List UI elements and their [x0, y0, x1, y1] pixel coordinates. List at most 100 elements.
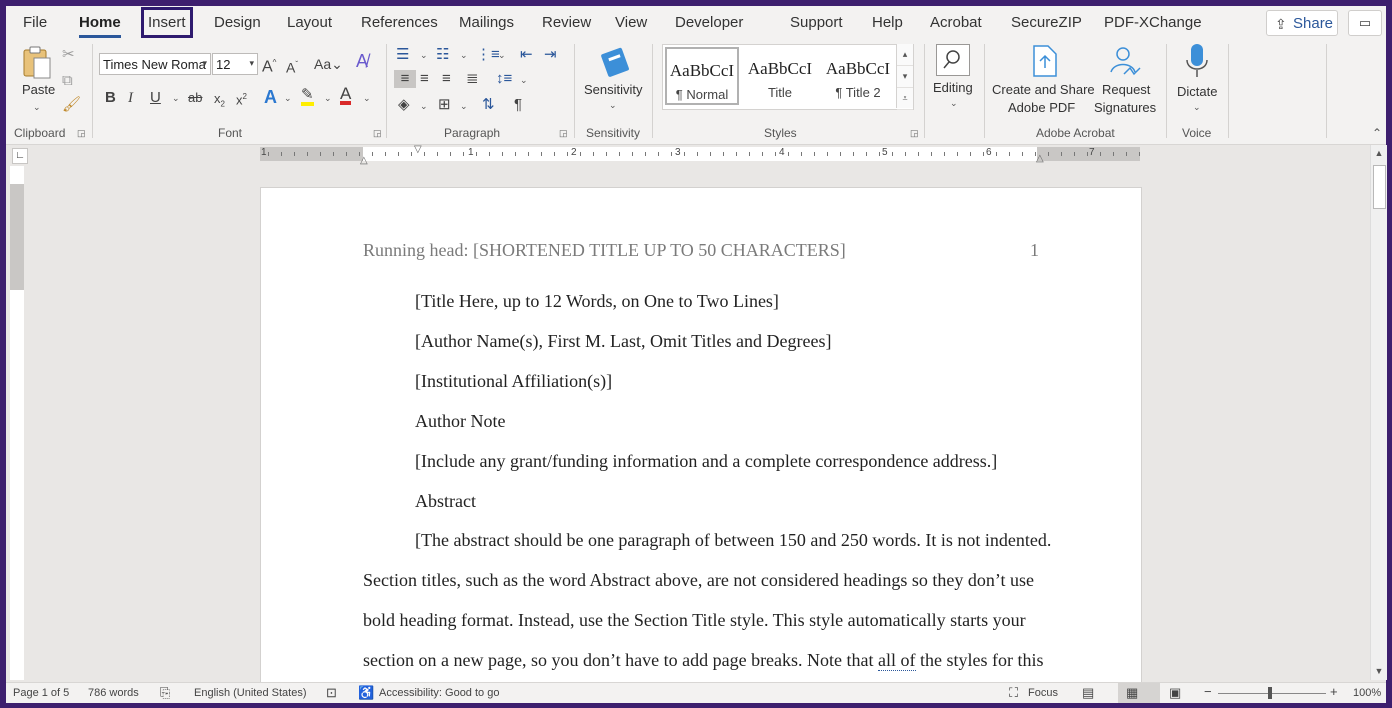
zoom-level[interactable]: 100% [1353, 687, 1381, 699]
proofing-icon[interactable]: ⎘ [160, 685, 170, 701]
font-name-combo[interactable]: Times New Roma ▾ [99, 53, 211, 75]
chevron-down-icon[interactable]: ⌄ [363, 93, 371, 104]
decrease-indent-icon[interactable]: ⇤ [520, 46, 533, 64]
chevron-down-icon[interactable]: ⌄ [284, 93, 292, 104]
font-color-icon[interactable]: A [340, 85, 352, 105]
accessibility-status[interactable]: Accessibility: Good to go [379, 687, 499, 699]
chevron-down-icon[interactable]: ⌄ [324, 93, 332, 104]
tab-home[interactable]: Home [79, 14, 121, 38]
hanging-indent-marker[interactable]: △ [360, 155, 368, 166]
bold-icon[interactable]: B [105, 89, 116, 107]
zoom-slider[interactable] [1218, 693, 1326, 694]
share-button[interactable]: ⇪ Share [1266, 10, 1338, 36]
underline-icon[interactable]: U [150, 89, 161, 107]
sort-icon[interactable]: ⇅ [482, 96, 495, 114]
font-size-combo[interactable]: 12 ▾ [212, 53, 258, 75]
paragraph-launcher-icon[interactable]: ◲ [559, 128, 568, 139]
tab-developer[interactable]: Developer [675, 14, 743, 31]
strikethrough-icon[interactable]: ab [188, 89, 202, 107]
chevron-down-icon[interactable]: ⌄ [520, 75, 528, 86]
tab-review[interactable]: Review [542, 14, 591, 31]
chevron-down-icon[interactable]: ⌄ [460, 50, 468, 61]
print-layout-icon[interactable]: ▦ [1126, 685, 1138, 701]
style-normal[interactable]: AaBbCcI ¶ Normal [665, 47, 739, 105]
tab-insert[interactable]: Insert [141, 7, 193, 38]
focus-icon[interactable]: ⛶ [1009, 685, 1018, 701]
subscript-icon[interactable]: x2 [214, 90, 225, 114]
zoom-in-icon[interactable]: + [1330, 684, 1338, 699]
align-center-icon[interactable]: ≡ [420, 70, 429, 88]
vertical-scrollbar[interactable]: ▲ ▼ [1370, 145, 1387, 680]
word-count[interactable]: 786 words [88, 687, 139, 699]
italic-icon[interactable]: I [128, 89, 133, 107]
chevron-down-icon[interactable]: ⌄ [172, 93, 180, 104]
line-spacing-icon[interactable]: ↕≡ [496, 70, 512, 88]
align-right-icon[interactable]: ≡ [442, 70, 451, 88]
gallery-more-icon[interactable]: ⩡ [897, 88, 913, 110]
bullets-icon[interactable]: ☰ [396, 46, 409, 64]
zoom-out-icon[interactable]: − [1204, 684, 1212, 699]
chevron-down-icon[interactable]: ⌄ [420, 101, 428, 112]
text-effects-icon[interactable]: A [264, 88, 277, 106]
web-layout-icon[interactable]: ▣ [1169, 685, 1181, 701]
gallery-down-icon[interactable]: ▾ [897, 66, 913, 88]
document-page[interactable]: Running head: [SHORTENED TITLE UP TO 50 … [260, 187, 1142, 683]
scroll-down-icon[interactable]: ▼ [1371, 663, 1387, 679]
show-formatting-marks-icon[interactable]: ¶ [514, 96, 522, 114]
cut-icon[interactable]: ✂ [62, 46, 75, 64]
read-mode-icon[interactable]: ▤ [1082, 685, 1094, 701]
gallery-up-icon[interactable]: ▴ [897, 44, 913, 66]
clear-formatting-icon[interactable]: A̸ [356, 52, 368, 70]
right-indent-marker[interactable]: △ [1036, 153, 1044, 164]
zoom-slider-thumb[interactable] [1268, 687, 1272, 699]
tab-view[interactable]: View [615, 14, 647, 31]
tab-references[interactable]: References [361, 14, 438, 31]
macro-icon[interactable]: ⊡ [326, 685, 337, 701]
superscript-icon[interactable]: x2 [236, 88, 247, 109]
clipboard-launcher-icon[interactable]: ◲ [77, 128, 86, 139]
horizontal-ruler[interactable]: 1 1 2 3 4 5 6 7 ▽ △ △ [260, 144, 1140, 166]
tab-acrobat[interactable]: Acrobat [930, 14, 982, 31]
tab-layout[interactable]: Layout [287, 14, 332, 31]
align-left-icon[interactable]: ≡ [394, 70, 416, 88]
focus-label[interactable]: Focus [1028, 687, 1058, 699]
font-launcher-icon[interactable]: ◲ [373, 128, 382, 139]
tab-mailings[interactable]: Mailings [459, 14, 514, 31]
comments-button[interactable]: ▭ [1348, 10, 1382, 36]
tab-file[interactable]: File [23, 14, 47, 31]
highlight-icon[interactable]: ✎ [301, 87, 314, 106]
styles-launcher-icon[interactable]: ◲ [910, 128, 919, 139]
accessibility-icon[interactable]: ♿ [358, 685, 374, 701]
tab-selector-icon[interactable]: ∟ [12, 148, 28, 164]
style-title-2[interactable]: AaBbCcI ¶ Title 2 [821, 47, 895, 105]
grow-font-icon[interactable]: A^ [262, 54, 276, 76]
page-count[interactable]: Page 1 of 5 [13, 687, 69, 699]
format-painter-icon[interactable]: 🖌 [62, 96, 81, 114]
multilevel-list-icon[interactable]: ⋮≡ [476, 46, 500, 64]
tab-pdf-xchange[interactable]: PDF-XChange [1104, 14, 1202, 31]
scroll-up-icon[interactable]: ▲ [1371, 145, 1387, 161]
tab-design[interactable]: Design [214, 14, 261, 31]
chevron-down-icon[interactable]: ⌄ [498, 50, 506, 61]
chevron-down-icon[interactable]: ⌄ [460, 101, 468, 112]
ruler-tick [1035, 152, 1036, 156]
shrink-font-icon[interactable]: Aˇ [286, 56, 298, 77]
numbering-icon[interactable]: ☷ [436, 46, 449, 64]
increase-indent-icon[interactable]: ⇥ [544, 46, 557, 64]
scroll-thumb[interactable] [1373, 165, 1386, 209]
tab-help[interactable]: Help [872, 14, 903, 31]
copy-icon[interactable]: ⧉ [62, 72, 73, 90]
grammar-flag[interactable]: all of [878, 650, 916, 671]
language[interactable]: English (United States) [194, 687, 307, 699]
collapse-ribbon-icon[interactable]: ⌃ [1372, 126, 1382, 140]
change-case-icon[interactable]: Aa⌄ [314, 55, 343, 73]
style-title[interactable]: AaBbCcI Title [743, 47, 817, 105]
signature-icon [1110, 47, 1141, 76]
tab-securezip[interactable]: SecureZIP [1011, 14, 1082, 31]
tab-support[interactable]: Support [790, 14, 843, 31]
justify-icon[interactable]: ≣ [466, 70, 479, 88]
borders-icon[interactable]: ⊞ [438, 96, 451, 114]
chevron-down-icon[interactable]: ⌄ [420, 50, 428, 61]
first-line-indent-marker[interactable]: ▽ [414, 144, 422, 155]
shading-icon[interactable]: ◈ [398, 96, 410, 114]
